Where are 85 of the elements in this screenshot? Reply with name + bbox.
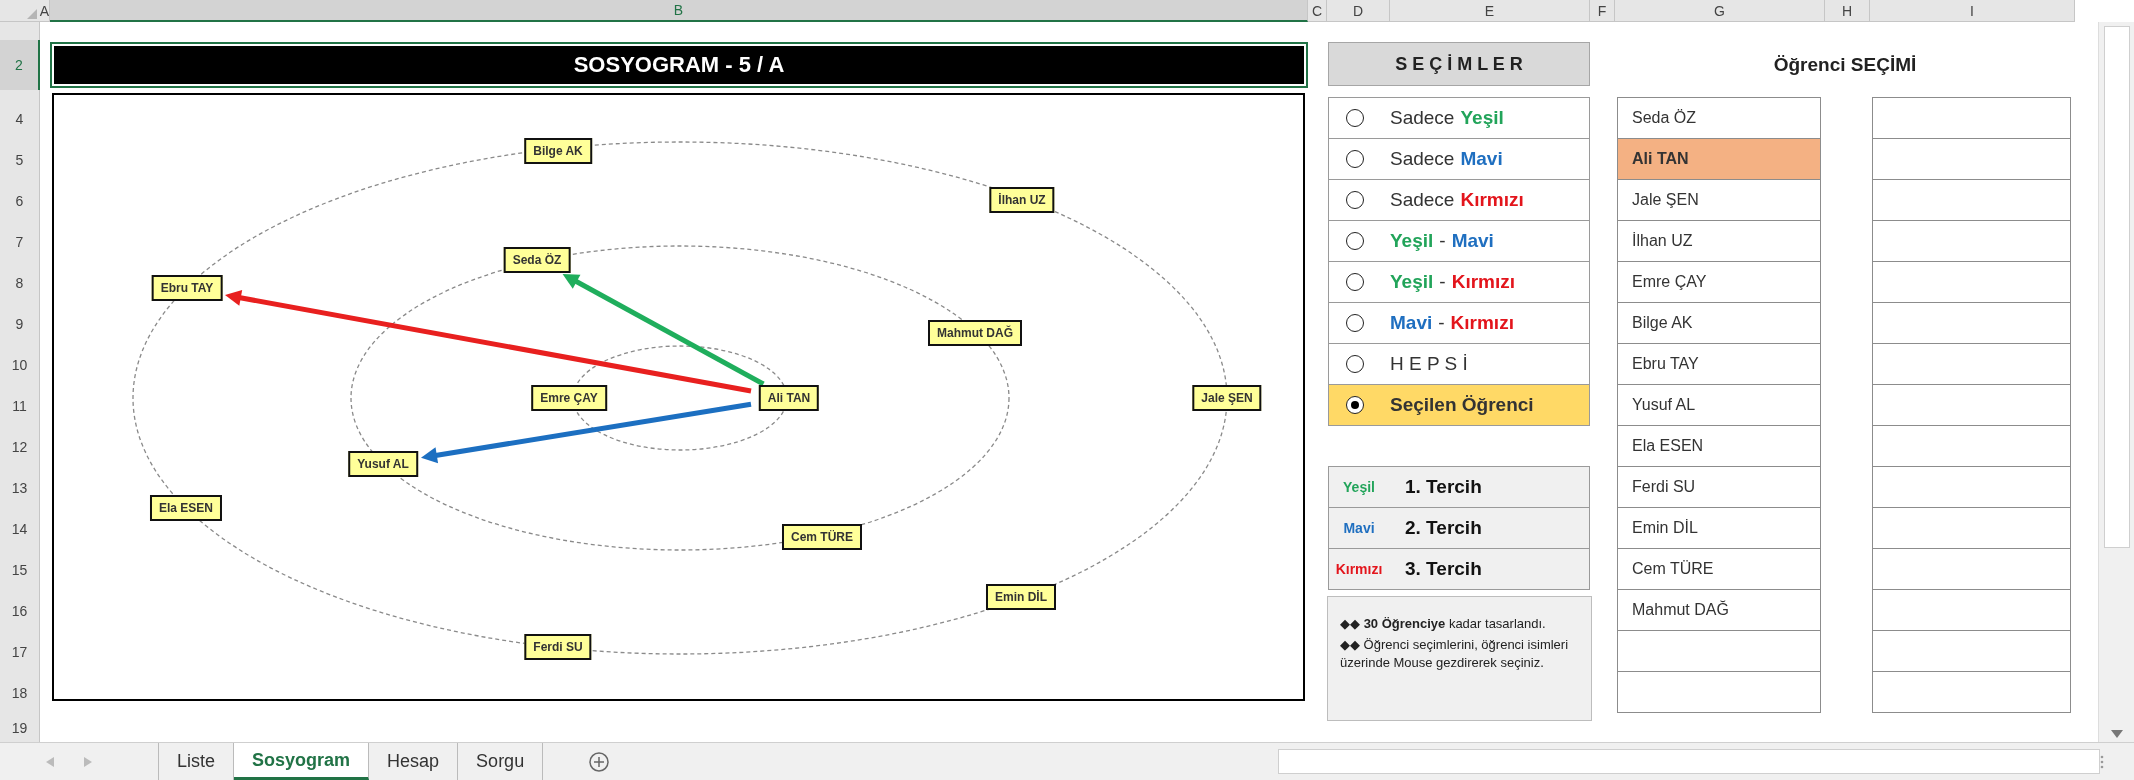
legend-text: 2. Tercih [1405,517,1482,539]
choice-option[interactable]: Yeşil - Kırmızı [1328,261,1590,303]
column-header[interactable]: C [1308,0,1327,22]
row-header[interactable]: 10 [0,344,40,385]
row-header[interactable]: 7 [0,221,40,262]
sheet-tab[interactable]: Sorgu [458,743,544,780]
row-header[interactable]: 8 [0,262,40,303]
column-header[interactable]: D [1327,0,1390,22]
student-cell[interactable]: Yusuf AL [1617,384,1821,426]
student-cell[interactable]: Ferdi SU [1617,466,1821,508]
student-cell[interactable]: Ebru TAY [1617,343,1821,385]
radio-button[interactable] [1346,314,1364,332]
student-cell[interactable]: Bilge AK [1617,302,1821,344]
student-selection-title: Öğrenci SEÇİMİ [1772,53,1918,77]
student-node: Ali TAN [758,385,820,411]
student-node: Ferdi SU [524,634,592,660]
student-node: İlhan UZ [989,187,1055,213]
radio-button[interactable] [1346,396,1364,414]
student-cell[interactable]: Jale ŞEN [1617,179,1821,221]
student-cell[interactable]: Ali TAN [1617,138,1821,180]
add-sheet-icon[interactable] [589,752,610,772]
student-node: Mahmut DAĞ [928,320,1022,346]
row-header[interactable]: 6 [0,180,40,221]
column-header[interactable]: I [1870,0,2075,22]
row-header[interactable]: 4 [0,98,40,139]
choice-option[interactable]: Mavi - Kırmızı [1328,302,1590,344]
student-node: Ebru TAY [151,275,223,301]
choice-option[interactable]: Sadece Mavi [1328,138,1590,180]
column-header[interactable]: G [1615,0,1825,22]
row-header[interactable]: 16 [0,590,40,631]
scroll-down-icon[interactable] [2110,730,2123,738]
student-node: Bilge AK [524,138,592,164]
note-text: ◆◆ 30 Öğrenciye kadar tasarlandı. [1340,615,1547,633]
student-node: Jale ŞEN [1192,385,1262,411]
student-cell[interactable]: Mahmut DAĞ [1617,589,1821,631]
student-cell[interactable]: İlhan UZ [1617,220,1821,262]
row-header[interactable]: 18 [0,672,40,713]
choice-option[interactable]: Yeşil - Mavi [1328,220,1590,262]
student-node: Cem TÜRE [782,524,862,550]
legend-label: Yeşil [1342,479,1376,495]
column-header[interactable]: E [1390,0,1590,22]
radio-button[interactable] [1346,150,1364,168]
sheet-tab[interactable]: Sosyogram [234,743,370,780]
row-header[interactable]: 11 [0,385,40,426]
row-header[interactable]: 15 [0,549,40,590]
choice-option[interactable]: Seçilen Öğrenci [1328,384,1590,426]
student-node: Ela ESEN [150,495,222,521]
row-header[interactable]: 17 [0,631,40,672]
column-header[interactable]: H [1825,0,1870,22]
column-header[interactable]: F [1590,0,1615,22]
student-node: Emin DİL [986,584,1056,610]
choice-option[interactable]: Sadece Kırmızı [1328,179,1590,221]
student-node: Seda ÖZ [503,247,571,273]
column-header[interactable]: B [50,0,1308,22]
radio-button[interactable] [1346,355,1364,373]
row-header[interactable]: 14 [0,508,40,549]
row-header[interactable]: 9 [0,303,40,344]
student-cell[interactable]: Cem TÜRE [1617,548,1821,590]
choice-option[interactable]: H E P S İ [1328,343,1590,385]
sheet-title: SOSYOGRAM - 5 / A [54,46,1304,84]
student-cell[interactable]: Emin DİL [1617,507,1821,549]
student-node: Emre ÇAY [531,385,607,411]
radio-button[interactable] [1346,191,1364,209]
scroll-thumb[interactable] [2103,26,2130,548]
row-header[interactable]: 5 [0,139,40,180]
student-cell[interactable]: Emre ÇAY [1617,261,1821,303]
vertical-scrollbar[interactable] [2098,22,2134,742]
radio-button[interactable] [1346,232,1364,250]
note-text: ◆◆ Öğrenci seçimlerini, öğrenci isimleri üzerinde Mouse gezdirerek seçiniz. [1340,636,1570,672]
row-header[interactable]: 12 [0,426,40,467]
student-cell[interactable]: Seda ÖZ [1617,97,1821,139]
student-node: Yusuf AL [348,451,418,477]
sheet-tab[interactable]: Hesap [369,743,459,780]
radio-button[interactable] [1346,273,1364,291]
legend-text: 3. Tercih [1405,558,1482,580]
legend-text: 1. Tercih [1405,476,1482,498]
student-cell[interactable]: Ela ESEN [1617,425,1821,467]
radio-button[interactable] [1346,109,1364,127]
choices-header: S E Ç İ M L E R [1328,42,1590,86]
row-header[interactable]: 13 [0,467,40,508]
choice-option[interactable]: Sadece Yeşil [1328,97,1590,139]
row-header[interactable]: 2 [0,40,40,90]
horizontal-scrollbar[interactable] [1278,749,2100,774]
legend-label: Kırmızı [1334,561,1384,577]
legend-label: Mavi [1342,520,1376,536]
